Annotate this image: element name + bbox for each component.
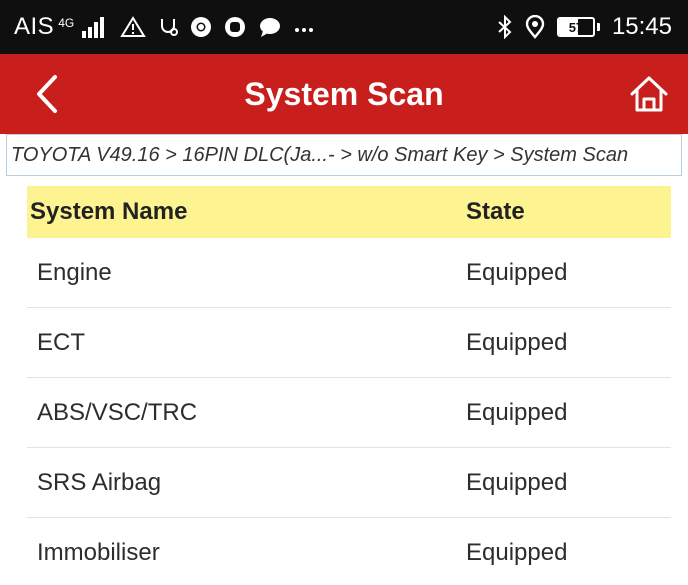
- more-notifications-icon: [294, 16, 314, 38]
- page-title: System Scan: [244, 75, 444, 112]
- chrome-icon: [190, 16, 212, 38]
- system-name-cell: Engine: [37, 258, 112, 286]
- battery-level-label: 57: [568, 19, 584, 35]
- back-button[interactable]: [12, 54, 82, 134]
- carrier-label: AIS: [14, 13, 55, 40]
- chat-bubble-icon: [258, 16, 282, 38]
- location-icon: [525, 15, 545, 39]
- state-cell: Equipped: [466, 328, 568, 356]
- app-bar: System Scan: [0, 54, 688, 134]
- state-cell: Equipped: [466, 539, 568, 566]
- system-table: System Name State Engine Equipped ECT Eq…: [27, 186, 671, 585]
- table-row[interactable]: ABS/VSC/TRC Equipped: [27, 378, 671, 448]
- home-button[interactable]: [614, 54, 684, 134]
- system-name-cell: SRS Airbag: [37, 468, 162, 496]
- battery-body: 57: [556, 17, 595, 37]
- system-name-header: System Name: [30, 198, 188, 225]
- state-cell: Equipped: [466, 468, 568, 496]
- table-row[interactable]: Engine Equipped: [27, 238, 671, 308]
- status-left: AIS 4G: [14, 13, 314, 41]
- breadcrumb: TOYOTA V49.16 > 16PIN DLC(Ja...- > w/o S…: [6, 134, 682, 176]
- screen: AIS 4G 57 15:45 System Scan TOYOTA V49.1…: [0, 0, 688, 585]
- usb-debug-icon: [158, 16, 179, 38]
- table-header: System Name State: [27, 186, 671, 238]
- status-right: 57 15:45: [497, 13, 672, 41]
- table-row[interactable]: ECT Equipped: [27, 308, 671, 378]
- warning-icon: [120, 16, 146, 38]
- battery-icon: 57: [556, 17, 600, 37]
- app-icon: [224, 16, 246, 38]
- clock-label: 15:45: [611, 13, 672, 40]
- table-row[interactable]: SRS Airbag Equipped: [27, 448, 671, 518]
- chevron-left-icon: [37, 75, 57, 113]
- state-header: State: [466, 198, 525, 225]
- status-bar: AIS 4G 57 15:45: [0, 0, 688, 54]
- battery-tip: [596, 23, 600, 31]
- bluetooth-icon: [497, 15, 513, 39]
- state-cell: Equipped: [466, 398, 568, 426]
- network-type-label: 4G: [58, 16, 75, 30]
- state-cell: Equipped: [466, 258, 568, 286]
- home-icon: [630, 76, 668, 112]
- table-row[interactable]: Immobiliser Equipped: [27, 518, 671, 585]
- system-name-cell: ABS/VSC/TRC: [37, 398, 198, 426]
- system-name-cell: Immobiliser: [37, 539, 160, 566]
- system-name-cell: ECT: [37, 328, 85, 356]
- signal-icon: [82, 16, 108, 38]
